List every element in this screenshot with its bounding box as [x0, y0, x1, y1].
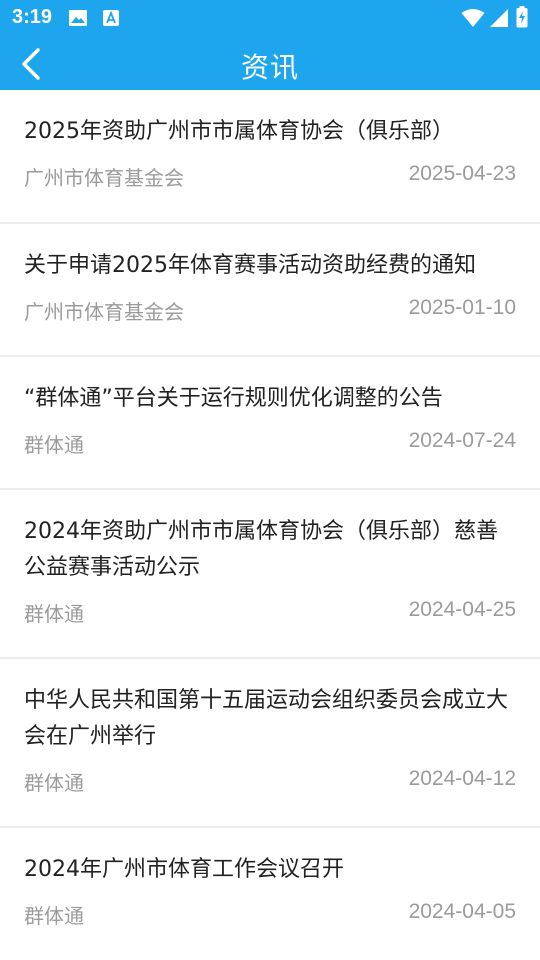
news-item[interactable]: 中华人民共和国第十五届运动会组织委员会成立大会在广州举行 群体通 2024-04… [0, 659, 540, 828]
news-date: 2025-01-10 [408, 296, 516, 319]
news-item[interactable]: 关于申请2025年体育赛事活动资助经费的通知 广州市体育基金会 2025-01-… [0, 224, 540, 357]
news-meta: 广州市体育基金会 2025-04-23 [24, 150, 516, 213]
news-title: 中华人民共和国第十五届运动会组织委员会成立大会在广州举行 [24, 688, 509, 749]
news-source: 群体通 [24, 433, 84, 457]
image-icon [68, 9, 88, 31]
news-source: 群体通 [24, 771, 84, 795]
app-bar: 资讯 [0, 36, 540, 90]
news-meta: 广州市体育基金会 2025-01-10 [24, 284, 516, 347]
news-item[interactable]: 2025年资助广州市市属体育协会（俱乐部） 广州市体育基金会 2025-04-2… [0, 90, 540, 224]
news-date: 2024-04-12 [408, 767, 516, 790]
news-item[interactable]: “群体通”平台关于运行规则优化调整的公告 群体通 2024-07-24 [0, 357, 540, 490]
news-source: 广州市体育基金会 [24, 300, 184, 324]
news-source: 广州市体育基金会 [24, 166, 184, 190]
news-meta: 群体通 2024-04-12 [24, 755, 516, 818]
status-time: 3:19 [12, 6, 53, 28]
news-date: 2024-07-24 [408, 429, 516, 452]
news-list: 2025年资助广州市市属体育协会（俱乐部） 广州市体育基金会 2025-04-2… [0, 90, 540, 960]
news-title: 2024年资助广州市市属体育协会（俱乐部）慈善公益赛事活动公示 [24, 519, 498, 580]
news-item[interactable]: 2024年资助广州市市属体育协会（俱乐部）慈善公益赛事活动公示 群体通 2024… [0, 490, 540, 659]
news-date: 2025-04-23 [408, 162, 516, 185]
news-meta: 群体通 2024-04-05 [24, 888, 516, 951]
news-title: 2024年广州市体育工作会议召开 [24, 857, 344, 882]
wifi-icon [461, 8, 485, 32]
news-date: 2024-04-25 [408, 598, 516, 621]
news-source: 群体通 [24, 904, 84, 928]
page-title: 资讯 [240, 51, 299, 84]
news-title: “群体通”平台关于运行规则优化调整的公告 [24, 386, 443, 411]
news-title: 2025年资助广州市市属体育协会（俱乐部） [24, 119, 454, 144]
battery-charging-icon [516, 6, 528, 32]
news-meta: 群体通 2024-04-25 [24, 586, 516, 649]
news-item[interactable]: 2024年广州市体育工作会议召开 群体通 2024-04-05 [0, 828, 540, 960]
news-meta: 群体通 2024-07-24 [24, 417, 516, 480]
news-source: 群体通 [24, 602, 84, 626]
signal-icon [489, 8, 509, 32]
news-date: 2024-04-05 [408, 900, 516, 923]
news-title: 关于申请2025年体育赛事活动资助经费的通知 [24, 253, 476, 278]
status-bar: 3:19 [0, 0, 540, 36]
accessibility-text-icon [102, 9, 120, 31]
